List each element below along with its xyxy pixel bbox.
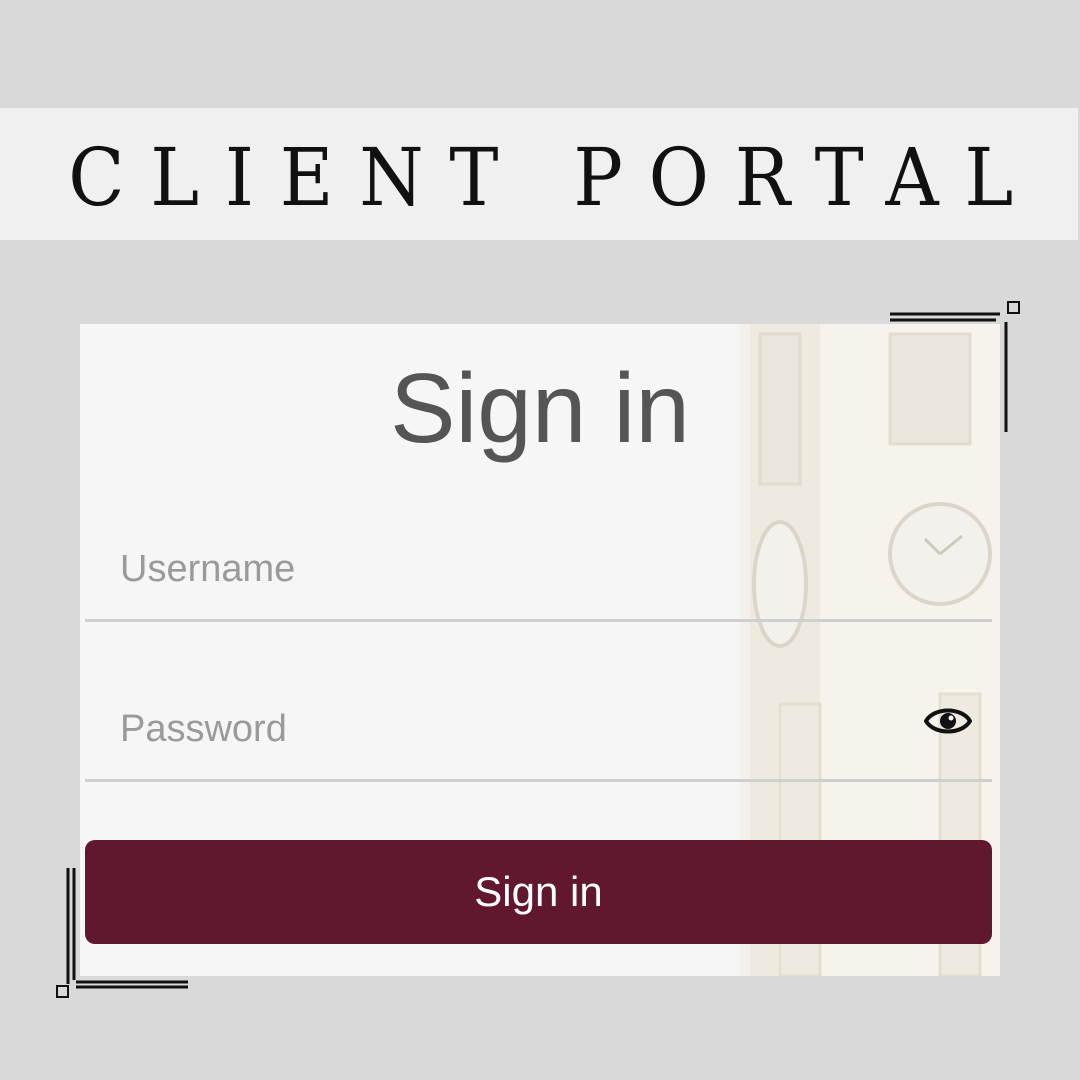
signin-title: Sign in xyxy=(390,353,690,463)
banner-title: CLIENT PORTAL xyxy=(68,130,1040,224)
page: CLIENT PORTAL Sign in Username Sign in xyxy=(0,0,1080,1080)
banner: CLIENT PORTAL xyxy=(0,108,1078,240)
password-field xyxy=(85,689,992,782)
password-input[interactable] xyxy=(120,699,920,759)
signin-card: Sign in Sign in xyxy=(80,324,1000,976)
corner-ornament-top-right xyxy=(890,301,1020,432)
eye-icon[interactable] xyxy=(924,703,972,739)
signin-button[interactable]: Sign in xyxy=(85,840,992,944)
corner-ornament-bottom-left xyxy=(56,868,188,998)
username-field xyxy=(85,529,992,622)
username-input[interactable] xyxy=(120,539,920,599)
